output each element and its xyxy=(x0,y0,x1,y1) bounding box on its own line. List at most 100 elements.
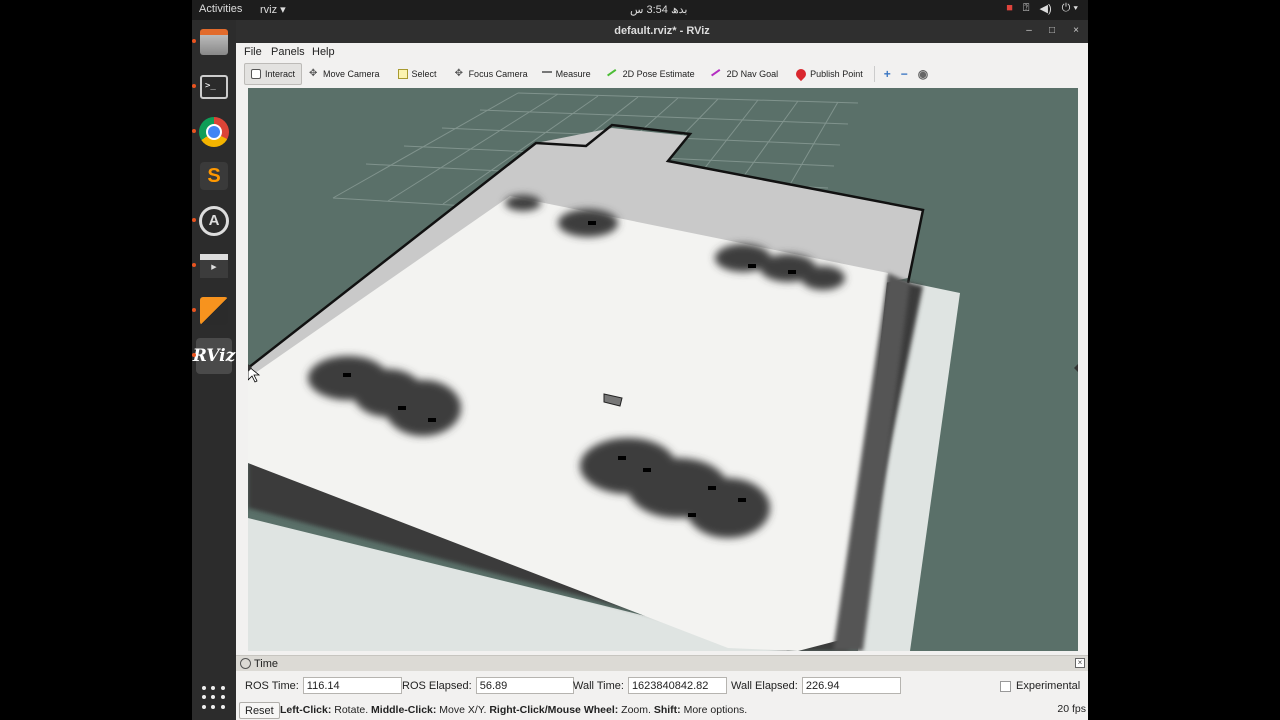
focus-camera-tool[interactable]: ✥ Focus Camera xyxy=(448,63,535,85)
clock-icon xyxy=(240,658,251,669)
right-click-desc: Zoom. xyxy=(618,704,654,716)
menu-help[interactable]: Help xyxy=(312,46,335,58)
middle-click-desc: Move X/Y. xyxy=(436,704,490,716)
experimental-label: Experimental xyxy=(1016,680,1081,692)
ros-elapsed-field: ROS Elapsed: xyxy=(402,677,574,694)
checkbox-box[interactable] xyxy=(1000,680,1011,692)
add-tool-button[interactable]: + xyxy=(879,63,896,85)
chrome-icon xyxy=(199,117,229,147)
left-dock-handle-icon[interactable] xyxy=(248,364,252,372)
chrome-launcher[interactable] xyxy=(192,114,232,150)
time-panel-title: Time xyxy=(254,658,279,670)
window-titlebar[interactable]: default.rviz* - RViz – □ × xyxy=(236,20,1088,43)
shift-desc: More options. xyxy=(680,704,748,716)
rviz-icon: RViz xyxy=(192,346,236,366)
activities-button[interactable]: Activities xyxy=(199,3,242,15)
select-label: Select xyxy=(411,69,437,79)
interact-label: Interact xyxy=(265,69,296,79)
nav-goal-label: 2D Nav Goal xyxy=(726,69,779,79)
wall-time-label: Wall Time: xyxy=(573,679,624,692)
measure-label: Measure xyxy=(555,69,591,79)
left-click-key: Left-Click: xyxy=(280,704,332,716)
move-camera-tool[interactable]: ✥ Move Camera xyxy=(302,63,387,85)
right-dock-handle-icon[interactable] xyxy=(1074,364,1078,372)
purple-arrow-icon xyxy=(710,69,725,83)
software-updater-icon: A xyxy=(199,206,229,236)
pose-estimate-label: 2D Pose Estimate xyxy=(622,69,695,79)
middle-click-key: Middle-Click: xyxy=(371,704,437,716)
ros-time-input[interactable] xyxy=(302,677,402,694)
status-bar: Reset Left-Click: Rotate. Middle-Click: … xyxy=(236,700,1088,720)
remove-tool-button[interactable]: − xyxy=(896,63,913,85)
green-arrow-icon xyxy=(606,69,621,83)
wall-elapsed-label: Wall Elapsed: xyxy=(731,679,798,692)
video-launcher[interactable]: ▶ xyxy=(192,248,232,284)
minimize-button[interactable]: – xyxy=(1021,23,1037,39)
panel-close-icon[interactable]: × xyxy=(1075,658,1085,668)
wall-elapsed-field: Wall Elapsed: xyxy=(731,677,901,694)
dock: >_ S A ▶ RViz xyxy=(192,20,236,720)
nav-goal-tool[interactable]: 2D Nav Goal xyxy=(706,63,786,85)
publish-point-label: Publish Point xyxy=(810,69,863,79)
wall-time-input[interactable] xyxy=(627,677,727,694)
menu-bar: File Panels Help xyxy=(236,43,1088,61)
record-icon[interactable]: ■ xyxy=(1006,2,1013,15)
left-click-desc: Rotate. xyxy=(331,704,372,716)
show-applications-icon[interactable] xyxy=(202,686,226,710)
menu-panels[interactable]: Panels xyxy=(271,46,305,58)
maximize-button[interactable]: □ xyxy=(1044,23,1060,39)
wall-time-field: Wall Time: xyxy=(573,677,727,694)
sublime-launcher[interactable]: S xyxy=(196,158,232,194)
accessibility-icon[interactable]: ⍰ xyxy=(1023,2,1030,15)
toolbar-separator xyxy=(873,66,875,82)
system-top-bar: Activities rviz ▾ بدھ 3:54 س ■ ⍰ ◀) ⏻ ▾ xyxy=(192,0,1088,20)
tool-bar: Interact ✥ Move Camera Select ✥ Focus Came… xyxy=(244,63,933,85)
experimental-checkbox[interactable]: Experimental xyxy=(1000,680,1080,692)
files-launcher[interactable] xyxy=(192,24,232,60)
volume-icon[interactable]: ◀) xyxy=(1039,2,1051,15)
menu-file[interactable]: File xyxy=(244,46,262,58)
move-camera-label: Move Camera xyxy=(323,69,380,79)
ros-elapsed-label: ROS Elapsed: xyxy=(402,679,472,692)
focus-camera-label: Focus Camera xyxy=(468,69,528,79)
sublime-icon: S xyxy=(200,162,228,190)
select-tool[interactable]: Select xyxy=(391,63,444,85)
terminal-launcher[interactable]: >_ xyxy=(192,69,232,105)
wall-elapsed-input[interactable] xyxy=(801,677,901,694)
crosshair-icon: ✥ xyxy=(454,68,463,79)
render-viewport[interactable] xyxy=(248,88,1078,651)
move-arrows-icon: ✥ xyxy=(309,68,318,79)
shift-key: Shift: xyxy=(653,704,681,716)
hand-icon xyxy=(251,69,261,79)
updater-launcher[interactable]: A xyxy=(192,203,232,239)
publish-point-tool[interactable]: Publish Point xyxy=(789,63,870,85)
video-editor-icon: ▶ xyxy=(200,254,228,278)
close-button[interactable]: × xyxy=(1068,23,1084,39)
pose-estimate-tool[interactable]: 2D Pose Estimate xyxy=(602,63,702,85)
rviz-launcher[interactable]: RViz xyxy=(192,338,235,374)
package-icon xyxy=(200,297,228,325)
terminal-icon: >_ xyxy=(200,75,228,99)
right-click-key: Right-Click/Mouse Wheel: xyxy=(489,704,619,716)
files-icon xyxy=(200,29,228,55)
time-panel-header: Time × xyxy=(236,655,1088,671)
ros-time-field: ROS Time: xyxy=(245,677,402,694)
rviz-window: default.rviz* - RViz – □ × File Panels H… xyxy=(236,20,1088,720)
camera-type-button[interactable]: ◉ xyxy=(913,63,933,85)
app-menu[interactable]: rviz ▾ xyxy=(260,3,286,16)
measure-tool[interactable]: Measure xyxy=(535,63,598,85)
package-launcher[interactable] xyxy=(192,293,232,329)
ros-elapsed-input[interactable] xyxy=(475,677,574,694)
map-pin-icon xyxy=(794,66,809,82)
power-icon[interactable]: ⏻ ▾ xyxy=(1062,2,1078,15)
window-title: default.rviz* - RViz xyxy=(614,25,710,37)
ruler-icon xyxy=(541,71,552,81)
select-box-icon xyxy=(397,69,408,79)
reset-button[interactable]: Reset xyxy=(239,702,280,719)
mouse-hint: Left-Click: Rotate. Middle-Click: Move X… xyxy=(280,704,747,716)
ros-time-label: ROS Time: xyxy=(245,679,299,692)
fps-counter: 20 fps xyxy=(1057,703,1086,715)
interact-tool[interactable]: Interact xyxy=(244,63,303,85)
system-tray[interactable]: ■ ⍰ ◀) ⏻ ▾ xyxy=(1006,2,1078,15)
clock[interactable]: بدھ 3:54 س xyxy=(630,3,687,16)
